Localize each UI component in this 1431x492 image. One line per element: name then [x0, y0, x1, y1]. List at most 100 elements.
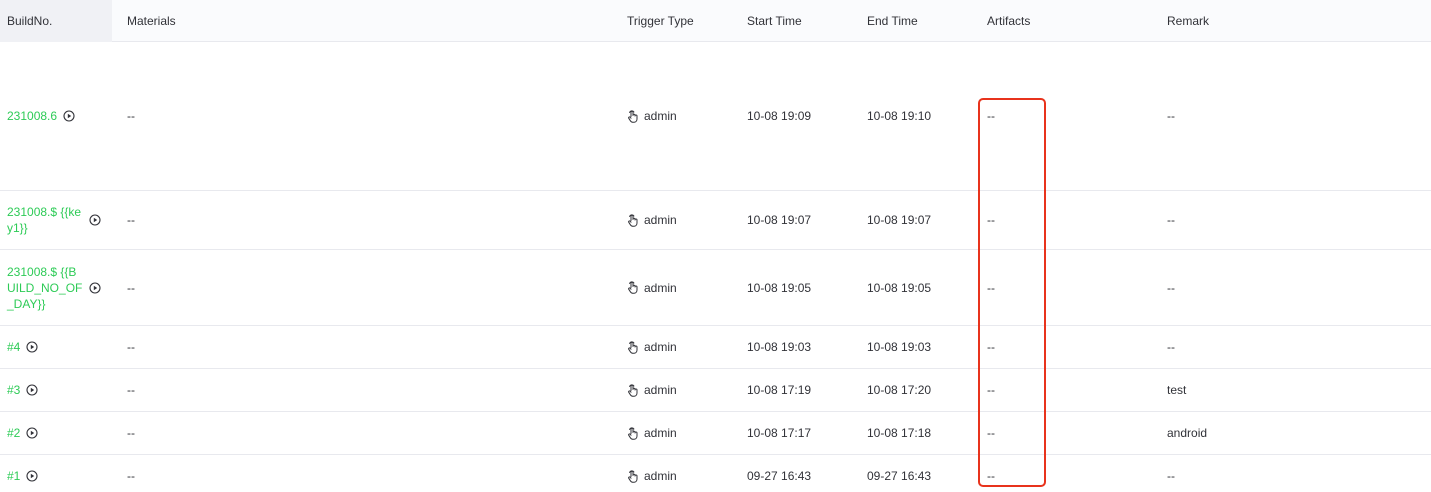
artifacts-cell-text: --: [987, 109, 995, 123]
remark-cell: --: [1167, 326, 1175, 368]
remark-cell-text: --: [1167, 340, 1175, 354]
trigger-cell-text: admin: [644, 213, 677, 227]
end-time-cell-text: 10-08 19:05: [867, 280, 932, 295]
artifacts-cell: --: [987, 191, 995, 249]
remark-cell: --: [1167, 250, 1175, 325]
materials-cell-text: --: [127, 109, 135, 123]
header-remark: Remark: [1167, 14, 1210, 28]
table-row: #4 -- admin 10-08 19:03 10-08 19:03 -- --: [0, 326, 1431, 369]
build-history-table: BuildNo. Materials Trigger Type Start Ti…: [0, 0, 1431, 492]
materials-cell: --: [127, 369, 135, 411]
artifacts-cell: --: [987, 326, 995, 368]
artifacts-cell-text: --: [987, 426, 995, 440]
header-materials: Materials: [127, 14, 176, 28]
start-time-cell: 10-08 19:03: [747, 326, 811, 368]
end-time-cell: 10-08 19:07: [867, 191, 931, 249]
play-circle-icon[interactable]: [26, 427, 38, 439]
end-time-cell-text: 10-08 19:10: [867, 109, 932, 123]
remark-cell-text: --: [1167, 280, 1175, 295]
header-trigger-type: Trigger Type: [627, 14, 694, 28]
start-time-cell: 10-08 19:07: [747, 191, 811, 249]
table-row: 231008.$ {{key1}} -- admin 10-08 19:07 10-08…: [0, 191, 1431, 250]
start-time-cell-text: 10-08 19:03: [747, 340, 812, 354]
remark-cell-text: android: [1167, 426, 1208, 440]
build-no-cell: #2: [7, 412, 38, 454]
end-time-cell: 10-08 19:03: [867, 326, 931, 368]
manual-trigger-hand-icon: [627, 109, 639, 123]
materials-cell: --: [127, 250, 135, 325]
end-time-cell: 10-08 19:10: [867, 42, 931, 190]
build-no-link[interactable]: 231008.$ {{BUILD_NO_OF_DAY}}: [7, 264, 83, 312]
trigger-cell-text: admin: [644, 469, 677, 483]
build-no-link[interactable]: 231008.6: [7, 108, 57, 124]
end-time-cell-text: 10-08 19:07: [867, 213, 932, 227]
play-circle-icon[interactable]: [26, 470, 38, 482]
materials-cell: --: [127, 42, 135, 190]
table-row: #1 -- admin 09-27 16:43 09-27 16:43 -- --: [0, 455, 1431, 492]
build-no-link[interactable]: #3: [7, 382, 20, 398]
trigger-cell: admin: [627, 191, 677, 249]
artifacts-cell-text: --: [987, 213, 995, 227]
artifacts-cell-text: --: [987, 383, 995, 397]
end-time-cell-text: 10-08 17:18: [867, 426, 932, 440]
end-time-cell-text: 10-08 17:20: [867, 383, 932, 397]
play-circle-icon[interactable]: [89, 281, 101, 294]
materials-cell-text: --: [127, 213, 135, 227]
trigger-cell-text: admin: [644, 109, 677, 123]
remark-cell-text: --: [1167, 213, 1175, 227]
header-end-time: End Time: [867, 14, 918, 28]
build-no-cell: 231008.$ {{BUILD_NO_OF_DAY}}: [7, 250, 101, 325]
start-time-cell: 10-08 19:05: [747, 250, 811, 325]
build-no-cell: #1: [7, 455, 38, 492]
remark-cell: test: [1167, 369, 1186, 411]
artifacts-cell-text: --: [987, 280, 995, 295]
build-no-link[interactable]: #1: [7, 468, 20, 484]
start-time-cell: 10-08 17:19: [747, 369, 811, 411]
header-build-no[interactable]: BuildNo.: [7, 0, 52, 42]
start-time-cell-text: 10-08 17:19: [747, 383, 812, 397]
end-time-cell: 10-08 17:18: [867, 412, 931, 454]
materials-cell-text: --: [127, 340, 135, 354]
materials-cell: --: [127, 326, 135, 368]
build-no-cell: 231008.6: [7, 42, 75, 190]
table-row: 231008.$ {{BUILD_NO_OF_DAY}} -- admin 10-08…: [0, 250, 1431, 326]
build-no-link[interactable]: #2: [7, 425, 20, 441]
manual-trigger-hand-icon: [627, 469, 639, 483]
header-artifacts: Artifacts: [987, 14, 1031, 28]
table-row: 231008.6 -- admin 10-08 19:09 10-08 19:10 -- -…: [0, 42, 1431, 191]
play-circle-icon[interactable]: [89, 214, 101, 226]
end-time-cell: 10-08 17:20: [867, 369, 931, 411]
header-start-time: Start Time: [747, 14, 802, 28]
trigger-cell: admin: [627, 412, 677, 454]
remark-cell-text: --: [1167, 109, 1175, 123]
start-time-cell: 09-27 16:43: [747, 455, 811, 492]
manual-trigger-hand-icon: [627, 383, 639, 397]
play-circle-icon[interactable]: [26, 384, 38, 396]
materials-cell: --: [127, 455, 135, 492]
materials-cell: --: [127, 191, 135, 249]
start-time-cell-text: 10-08 19:09: [747, 109, 812, 123]
remark-cell: --: [1167, 42, 1175, 190]
build-no-link[interactable]: 231008.$ {{key1}}: [7, 204, 83, 236]
trigger-cell: admin: [627, 250, 677, 325]
trigger-cell: admin: [627, 42, 677, 190]
start-time-cell: 10-08 17:17: [747, 412, 811, 454]
trigger-cell-text: admin: [644, 280, 677, 295]
end-time-cell-text: 10-08 19:03: [867, 340, 932, 354]
start-time-cell-text: 10-08 19:07: [747, 213, 812, 227]
play-circle-icon[interactable]: [63, 110, 75, 122]
materials-cell: --: [127, 412, 135, 454]
play-circle-icon[interactable]: [26, 341, 38, 353]
manual-trigger-hand-icon: [627, 426, 639, 440]
remark-cell: android: [1167, 412, 1207, 454]
end-time-cell: 10-08 19:05: [867, 250, 931, 325]
trigger-cell: admin: [627, 369, 677, 411]
remark-cell-text: test: [1167, 383, 1187, 397]
remark-cell: --: [1167, 191, 1175, 249]
table-header: BuildNo. Materials Trigger Type Start Ti…: [0, 0, 1431, 42]
manual-trigger-hand-icon: [627, 213, 639, 227]
trigger-cell-text: admin: [644, 426, 677, 440]
build-no-link[interactable]: #4: [7, 339, 20, 355]
artifacts-cell-text: --: [987, 340, 995, 354]
build-no-cell: #4: [7, 326, 38, 368]
